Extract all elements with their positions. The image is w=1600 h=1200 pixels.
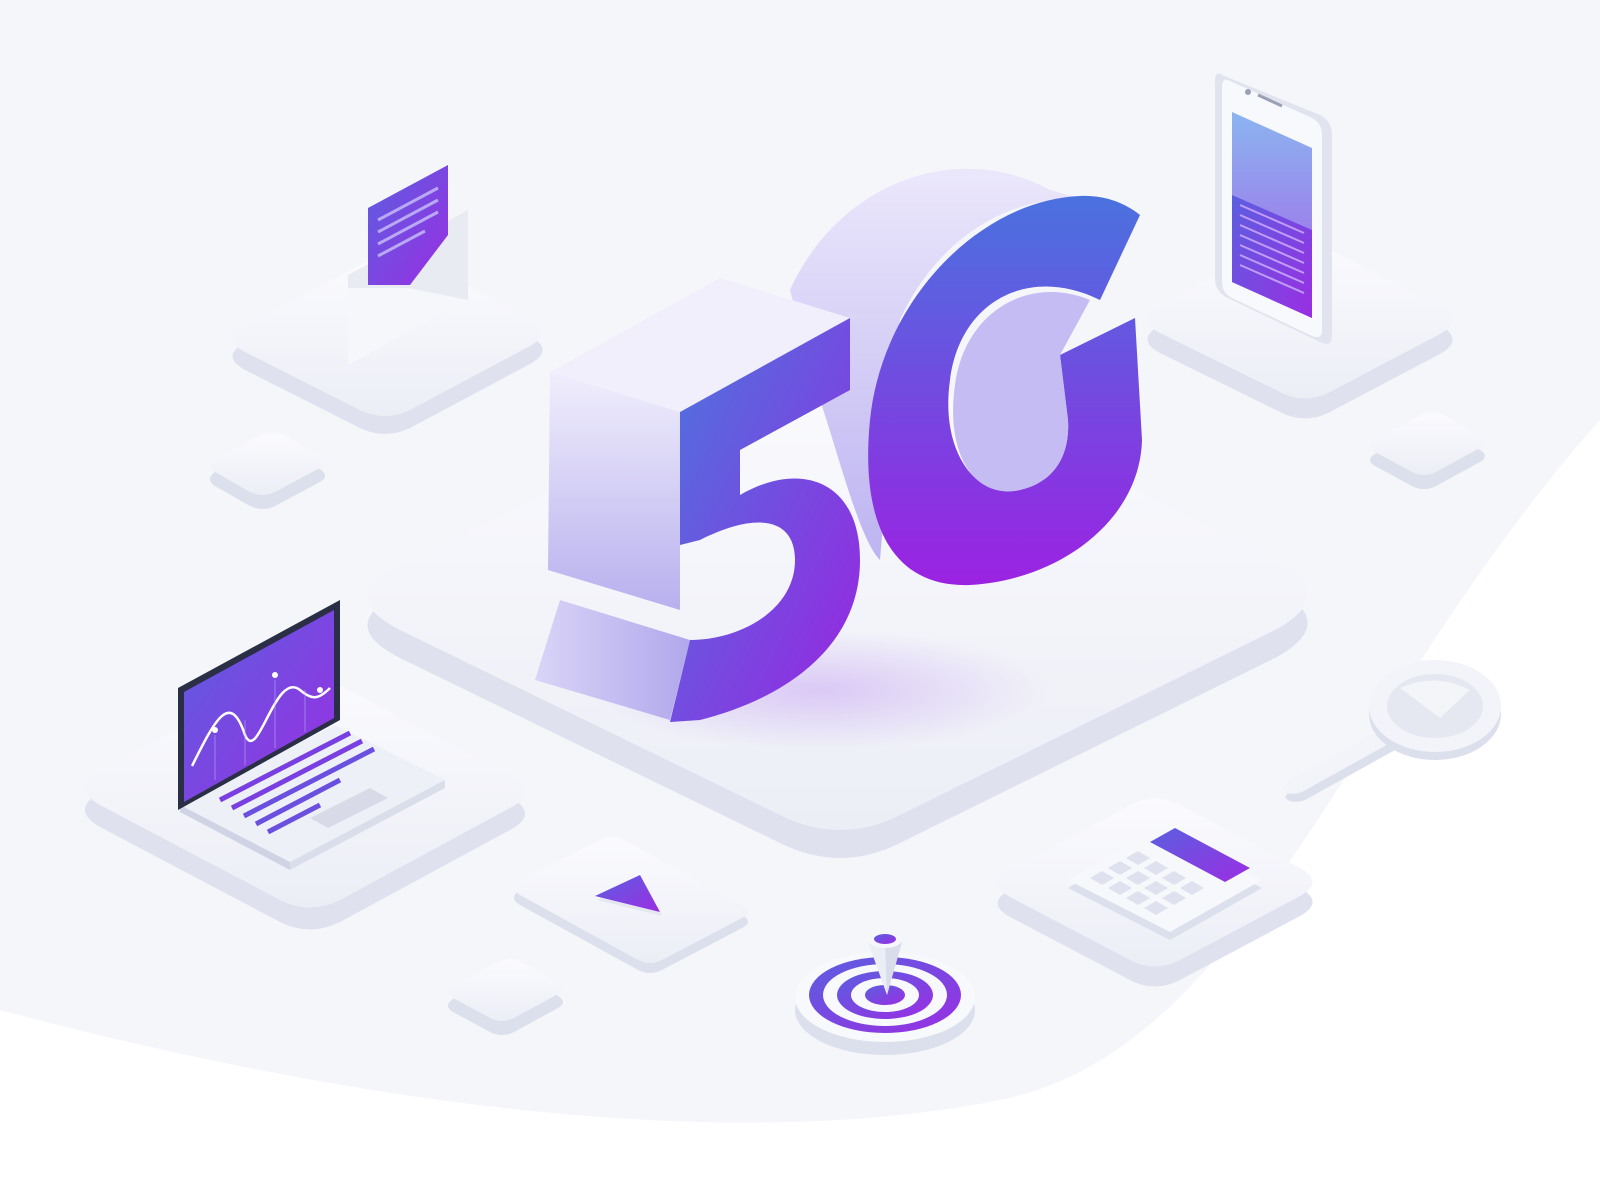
five-side bbox=[548, 372, 680, 610]
illustration-5g-scene bbox=[0, 0, 1600, 1200]
